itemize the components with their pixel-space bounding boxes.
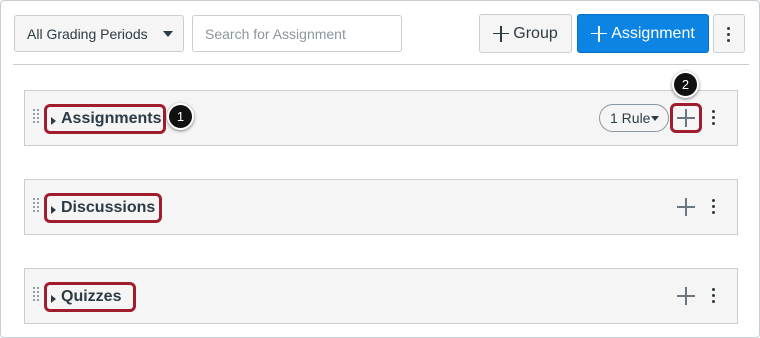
callout-badge: 2 [672,71,699,98]
page-options-button[interactable] [713,14,745,53]
group-name: Discussions [61,199,156,216]
expand-triangle-icon [51,206,56,214]
group-name: Assignments [61,110,162,127]
add-group-button[interactable]: Group [479,14,572,53]
grading-period-value: All Grading Periods [27,25,148,42]
search-input[interactable] [192,15,402,52]
kebab-menu-icon[interactable] [711,109,717,127]
group-name-toggle[interactable]: Discussions [44,193,162,223]
plus-icon[interactable] [675,196,697,218]
caret-down-icon [163,31,173,37]
plus-icon [493,25,510,42]
assignment-group-row: Quizzes [24,268,738,324]
kebab-menu-icon[interactable] [711,198,717,216]
assignments-page: All Grading Periods Group Assignment Ass… [0,0,760,338]
group-name-toggle[interactable]: Assignments [44,104,166,134]
add-group-label: Group [513,24,558,42]
drag-handle-icon[interactable] [33,109,41,127]
expand-triangle-icon [51,295,56,303]
add-assignment-label: Assignment [611,24,695,42]
plus-icon [675,107,697,129]
plus-icon[interactable] [675,285,697,307]
group-name: Quizzes [61,288,122,305]
kebab-menu-icon [727,26,731,42]
plus-icon [591,25,608,42]
drag-handle-icon[interactable] [33,287,41,305]
drag-handle-icon[interactable] [33,198,41,216]
assignment-group-row: Discussions [24,179,738,235]
rules-label: 1 Rule [610,110,651,126]
grading-period-select[interactable]: All Grading Periods [14,15,184,52]
rules-dropdown[interactable]: 1 Rule [599,104,669,132]
caret-down-icon [651,116,659,121]
toolbar-divider [13,64,749,65]
kebab-menu-icon[interactable] [711,287,717,305]
expand-triangle-icon [51,117,56,125]
group-name-toggle[interactable]: Quizzes [44,282,136,312]
add-assignment-button[interactable]: Assignment [577,14,709,53]
assignment-group-row: Assignments 1 Rule [24,90,738,146]
callout-badge: 1 [167,103,194,130]
add-assignment-to-group-button[interactable] [670,103,702,133]
